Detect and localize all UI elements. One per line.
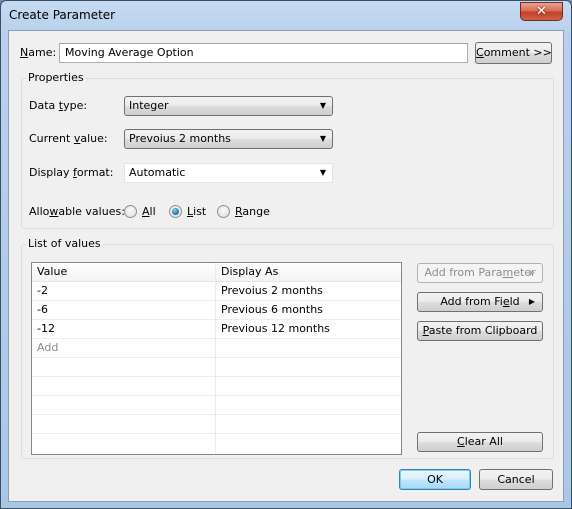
row-display-as[interactable]: Previous 12 months (216, 320, 401, 339)
allowable-values-label: Allowable values: (29, 205, 125, 218)
properties-group-title: Properties (26, 71, 86, 84)
paste-from-clipboard-button[interactable]: Paste from Clipboard (417, 321, 543, 341)
empty-cell (32, 434, 216, 454)
empty-cell (32, 396, 216, 415)
dropdown-arrow-icon: ▼ (319, 168, 326, 177)
dialog-title: Create Parameter (9, 8, 116, 22)
grid-header-row: Value Display As (32, 263, 401, 282)
empty-row (32, 358, 401, 377)
empty-cell (216, 377, 401, 396)
current-value-select[interactable]: Prevoius 2 months ▼ (124, 129, 333, 149)
radio-range[interactable] (217, 205, 230, 218)
column-header-value[interactable]: Value (32, 263, 216, 282)
row-value[interactable]: -2 (32, 282, 216, 301)
submenu-arrow-icon: ▶ (528, 268, 535, 277)
empty-row (32, 396, 401, 415)
values-grid[interactable]: Value Display As -2 Prevoius 2 months -6… (31, 262, 402, 455)
empty-cell[interactable] (216, 339, 401, 358)
current-value-value: Prevoius 2 months (129, 132, 231, 145)
create-parameter-dialog: Create Parameter ✕ Name: Moving Average … (0, 0, 572, 509)
row-display-as[interactable]: Previous 6 months (216, 301, 401, 320)
add-from-parameter-button[interactable]: Add from Parameter ▶ (417, 263, 543, 283)
radio-range-label[interactable]: Range (235, 205, 270, 218)
row-display-as[interactable]: Prevoius 2 months (216, 282, 401, 301)
current-value-label: Current value: (29, 132, 108, 145)
empty-cell (32, 358, 216, 377)
empty-cell (216, 415, 401, 434)
cancel-button[interactable]: Cancel (479, 469, 553, 490)
empty-cell (32, 415, 216, 434)
empty-row (32, 377, 401, 396)
display-format-select[interactable]: Automatic ▼ (124, 163, 333, 183)
add-from-field-button[interactable]: Add from Field ▶ (417, 292, 543, 312)
submenu-arrow-icon: ▶ (528, 297, 535, 306)
table-row[interactable]: -12 Previous 12 months (32, 320, 401, 339)
dialog-body: Name: Moving Average Option Comment >> P… (8, 30, 564, 502)
close-icon: ✕ (536, 4, 547, 19)
title-bar[interactable]: Create Parameter ✕ (1, 1, 571, 29)
list-of-values-group: List of values Value Display As -2 Prevo… (21, 237, 554, 459)
radio-all[interactable] (124, 205, 137, 218)
name-input[interactable]: Moving Average Option (59, 43, 468, 63)
column-header-display-as[interactable]: Display As (216, 263, 401, 282)
add-row[interactable]: Add (32, 339, 401, 358)
empty-cell (216, 396, 401, 415)
dropdown-arrow-icon: ▼ (319, 134, 326, 143)
clear-all-button[interactable]: Clear All (417, 432, 543, 452)
name-label: Name: (20, 46, 57, 59)
row-value[interactable]: -12 (32, 320, 216, 339)
data-type-value: Integer (129, 99, 169, 112)
radio-all-label[interactable]: All (142, 205, 156, 218)
table-row[interactable]: -6 Previous 6 months (32, 301, 401, 320)
ok-button[interactable]: OK (399, 469, 471, 490)
comment-button[interactable]: Comment >> (475, 42, 552, 64)
empty-cell (32, 377, 216, 396)
table-row[interactable]: -2 Prevoius 2 months (32, 282, 401, 301)
radio-list[interactable] (169, 205, 182, 218)
empty-row (32, 434, 401, 454)
row-value[interactable]: -6 (32, 301, 216, 320)
data-type-select[interactable]: Integer ▼ (124, 96, 333, 116)
add-row-placeholder[interactable]: Add (32, 339, 216, 358)
list-of-values-group-title: List of values (26, 237, 103, 250)
radio-list-label[interactable]: List (187, 205, 206, 218)
data-type-label: Data type: (29, 99, 88, 112)
name-input-value: Moving Average Option (65, 46, 194, 59)
display-format-label: Display format: (29, 166, 114, 179)
empty-row (32, 415, 401, 434)
properties-group: Properties Data type: Integer ▼ Current … (21, 71, 554, 229)
dropdown-arrow-icon: ▼ (319, 101, 326, 110)
empty-cell (216, 434, 401, 453)
empty-cell (216, 358, 401, 377)
close-button[interactable]: ✕ (520, 2, 563, 21)
display-format-value: Automatic (129, 166, 186, 179)
